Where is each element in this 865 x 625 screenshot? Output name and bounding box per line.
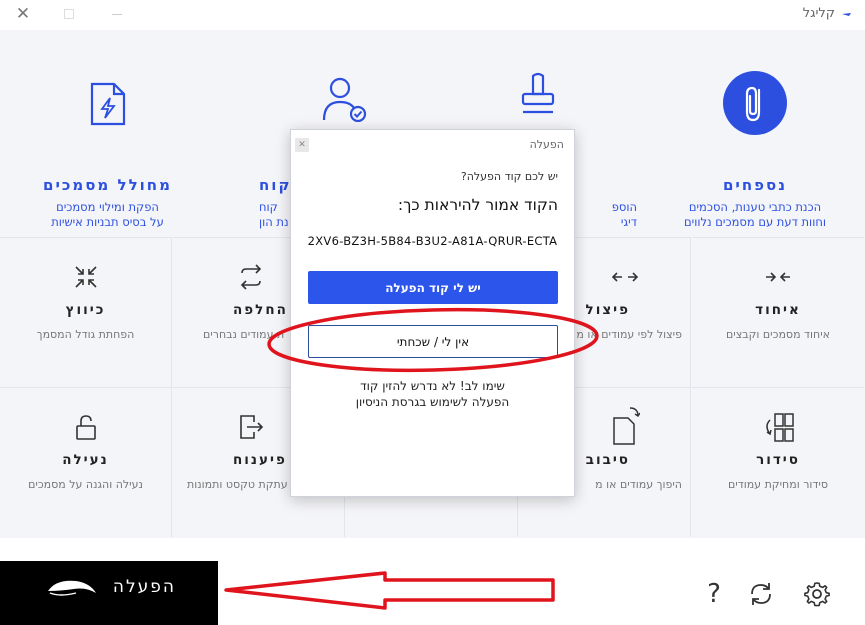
app-logo-icon (842, 13, 851, 16)
title-bar: ✕ קליגל (0, 0, 865, 30)
card-attachments[interactable]: נספחים הכנת כתבי טענות, הסכמים וחוות דעת … (645, 30, 865, 237)
card-title: נספחים (722, 176, 788, 194)
paperclip-icon (723, 71, 787, 135)
tool-subtitle: פיצול לפי עמודים או מ (576, 328, 682, 341)
help-icon[interactable]: ? (700, 580, 728, 608)
tool-title: איחוד (755, 302, 801, 318)
tool-title: פיצול (585, 302, 630, 318)
activate-button[interactable]: הפעלה (0, 561, 218, 625)
tool-lock[interactable]: נעילה נעילה והגנה על מסמכים (0, 387, 172, 537)
stamp-icon (521, 72, 554, 114)
tool-subtitle: איחוד מסמכים וקבצים (725, 328, 831, 341)
sample-activation-code: 2XV6-BZ3H-5B84-B3U2-A81A-QRUR-ECTA (307, 234, 558, 248)
rotate-page-icon (613, 407, 640, 445)
dialog-heading: הקוד אמור להיראות כך: (397, 196, 558, 214)
card-subtitle: הפקת ומילוי מסמכים על בסיס תבניות אישיות (51, 200, 164, 229)
tool-organize[interactable]: סידור סידור ומחיקת עמודים (692, 387, 864, 537)
no-code-button[interactable]: אין לי / שכחתי (308, 325, 558, 358)
tool-title: סידור (756, 452, 800, 468)
tool-title: נעילה (62, 452, 109, 468)
card-subtitle: הוספ דיגי (611, 200, 637, 229)
have-code-button[interactable]: יש לי קוד הפעלה (308, 271, 558, 304)
feather-logo-icon (48, 580, 96, 596)
close-icon[interactable]: ✕ (14, 5, 32, 23)
tool-title: סיבוב (585, 452, 630, 468)
activate-label: הפעלה (112, 577, 176, 597)
dialog-question: יש לכם קוד הפעלה? (460, 170, 558, 183)
organize-pages-icon (766, 413, 794, 442)
settings-gear-icon[interactable] (803, 580, 831, 608)
split-arrows-icon (612, 272, 638, 282)
tool-compress[interactable]: כיווץ הפחתת גודל המסמך (0, 237, 172, 387)
dialog-close-icon[interactable]: ✕ (295, 138, 309, 152)
tool-merge[interactable]: איחוד איחוד מסמכים וקבצים (692, 237, 864, 387)
extract-icon (240, 415, 264, 439)
user-check-icon (322, 77, 367, 122)
tool-subtitle: נעילה והגנה על מסמכים (28, 478, 143, 491)
compress-icon (74, 266, 97, 288)
tool-subtitle: סידור ומחיקת עמודים (727, 478, 829, 491)
window-title: קליגל (802, 6, 835, 21)
annotation-arrow (224, 571, 555, 610)
minimize-icon[interactable] (112, 14, 122, 15)
refresh-icon[interactable] (747, 580, 775, 608)
dialog-title: הפעלה (529, 138, 564, 151)
lock-icon (75, 415, 96, 440)
activation-dialog: ✕ הפעלה יש לכם קוד הפעלה? הקוד אמור להיר… (290, 129, 575, 497)
tool-subtitle: הפחתת גודל המסמך (36, 328, 135, 341)
card-title: מחולל מסמכים (43, 176, 172, 194)
merge-arrows-icon (766, 272, 790, 282)
swap-arrows-icon (240, 264, 262, 290)
tool-subtitle: היפוך עמודים או מ (595, 478, 682, 491)
trial-note: שימו לב! לא נדרש להזין קוד הפעלה לשימוש … (355, 379, 510, 409)
document-bolt-icon (90, 82, 125, 126)
tool-title: כיווץ (65, 302, 106, 318)
maximize-icon[interactable] (64, 9, 74, 19)
card-subtitle: הכנת כתבי טענות, הסכמים וחוות דעת עם מסמכ… (684, 200, 826, 229)
card-document-generator[interactable]: מחולל מסמכים הפקת ומילוי מסמכים על בסיס ת… (0, 30, 215, 237)
